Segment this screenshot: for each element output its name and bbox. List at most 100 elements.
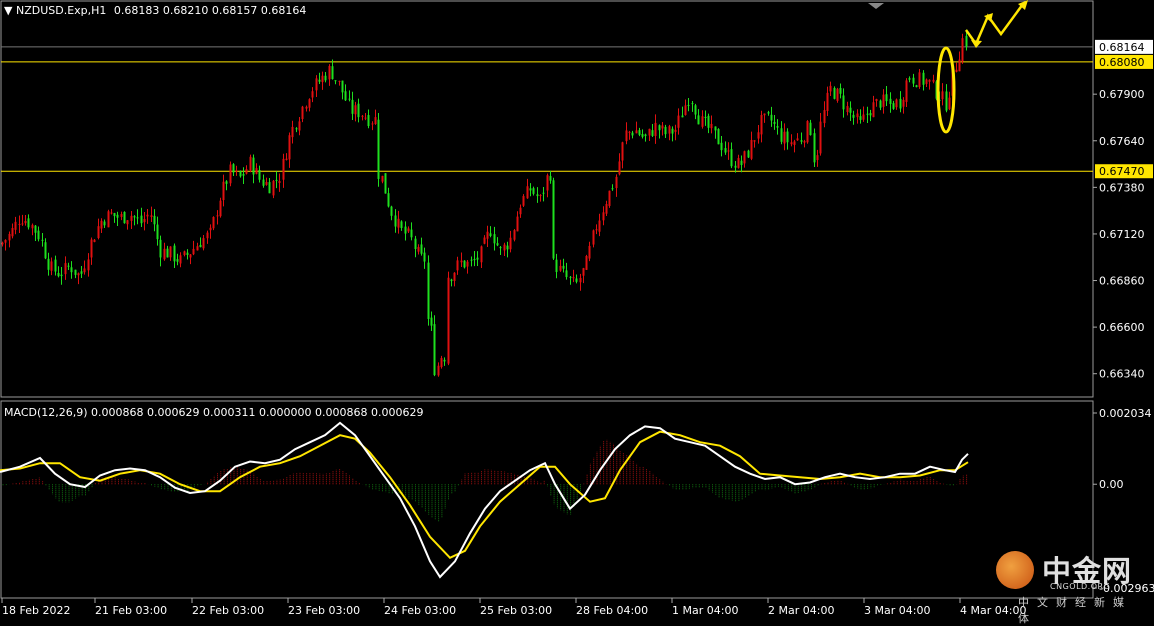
dropdown-triangle-icon[interactable]: ▼	[4, 4, 12, 17]
candle-body	[628, 131, 631, 133]
candle-body	[321, 75, 324, 83]
candle-body	[740, 160, 743, 166]
candle-body	[74, 269, 77, 275]
candle-body	[209, 227, 212, 231]
current-price-label: 0.68164	[1099, 41, 1145, 54]
candle-body	[648, 128, 651, 136]
candle-body	[720, 142, 723, 151]
candle-body	[229, 164, 232, 184]
candle-body	[311, 91, 314, 98]
candle-body	[760, 115, 763, 135]
candle-body	[579, 278, 582, 283]
candle-body	[965, 35, 968, 47]
candle-body	[899, 98, 902, 109]
candle-body	[245, 169, 248, 174]
macd-line	[0, 421, 969, 579]
candle-body	[806, 121, 809, 143]
candle-body	[70, 267, 73, 273]
candle-body	[146, 214, 149, 217]
candle-body	[869, 113, 872, 116]
signal-line	[0, 430, 969, 560]
candle-body	[166, 248, 169, 258]
candle-body	[701, 116, 704, 127]
candle-body	[291, 126, 294, 138]
candle-body	[110, 212, 113, 214]
candle-body	[562, 265, 565, 269]
x-tick-label: 2 Mar 04:00	[768, 604, 834, 617]
chart-canvas[interactable]: 0.66340 0.66600 0.66860 0.67120 0.67380 0.676…	[0, 0, 1154, 620]
axis-layer: 0.66340 0.66600 0.66860 0.67120 0.67380 0.676…	[1, 39, 1154, 617]
candle-body	[677, 115, 680, 128]
x-tick-label: 22 Feb 03:00	[192, 604, 264, 617]
macd-pane[interactable]	[0, 400, 1094, 599]
candle-body	[941, 91, 944, 100]
candle-body	[661, 125, 664, 129]
y-tick-label: 0.66340	[1099, 368, 1145, 381]
candle-body	[173, 245, 176, 262]
candle-body	[107, 211, 110, 228]
candle-body	[126, 220, 129, 225]
candle-body	[664, 126, 667, 135]
candle-body	[80, 271, 83, 274]
candle-body	[875, 99, 878, 102]
candle-body	[882, 94, 885, 107]
x-tick-label: 25 Feb 03:00	[480, 604, 552, 617]
candle-body	[4, 239, 7, 243]
candle-body	[836, 88, 839, 101]
x-tick-label: 1 Mar 04:00	[672, 604, 738, 617]
candle-body	[179, 255, 182, 264]
candle-body	[400, 221, 403, 228]
candle-body	[272, 180, 275, 196]
candle-body	[902, 99, 905, 107]
candle-body	[430, 317, 433, 326]
candle-body	[681, 115, 684, 118]
candle-body	[67, 265, 70, 267]
candle-body	[813, 133, 816, 163]
candle-body	[621, 142, 624, 161]
candle-body	[34, 225, 37, 233]
candle-body	[918, 72, 921, 88]
candle-body	[895, 99, 898, 108]
candle-body	[31, 224, 34, 229]
candle-body	[958, 59, 961, 72]
candle-body	[163, 248, 166, 260]
candle-body	[635, 130, 638, 134]
candle-body	[780, 128, 783, 142]
candle-body	[615, 176, 618, 189]
candle-body	[186, 252, 189, 255]
candle-body	[885, 94, 888, 102]
candle-body	[420, 244, 423, 254]
candle-body	[192, 248, 195, 255]
candle-body	[100, 220, 103, 229]
candle-body	[743, 151, 746, 164]
candle-body	[839, 87, 842, 94]
candle-body	[466, 261, 469, 267]
candle-body	[361, 115, 364, 117]
candle-body	[150, 215, 153, 218]
candle-body	[18, 223, 21, 225]
price-pane[interactable]	[0, 0, 1094, 398]
candle-body	[60, 274, 63, 277]
candle-body	[308, 99, 311, 108]
candle-body	[367, 115, 370, 127]
candle-body	[460, 260, 463, 263]
candle-body	[120, 214, 123, 217]
candle-body	[734, 165, 737, 168]
candle-body	[569, 276, 572, 278]
candle-body	[196, 246, 199, 251]
candle-body	[285, 158, 288, 160]
candle-body	[447, 277, 450, 364]
candle-body	[572, 277, 575, 279]
candle-body	[427, 262, 430, 319]
candle-body	[216, 215, 219, 217]
candle-body	[819, 121, 822, 154]
macd-y-tick-label: 0.00	[1099, 478, 1124, 491]
candle-body	[410, 229, 413, 238]
candle-body	[123, 211, 126, 224]
candle-body	[816, 155, 819, 161]
candle-body	[334, 80, 337, 82]
candle-body	[852, 114, 855, 118]
candle-body	[912, 77, 915, 84]
candle-body	[156, 224, 159, 240]
watermark-cn: 中文财经新媒体	[1018, 596, 1132, 625]
